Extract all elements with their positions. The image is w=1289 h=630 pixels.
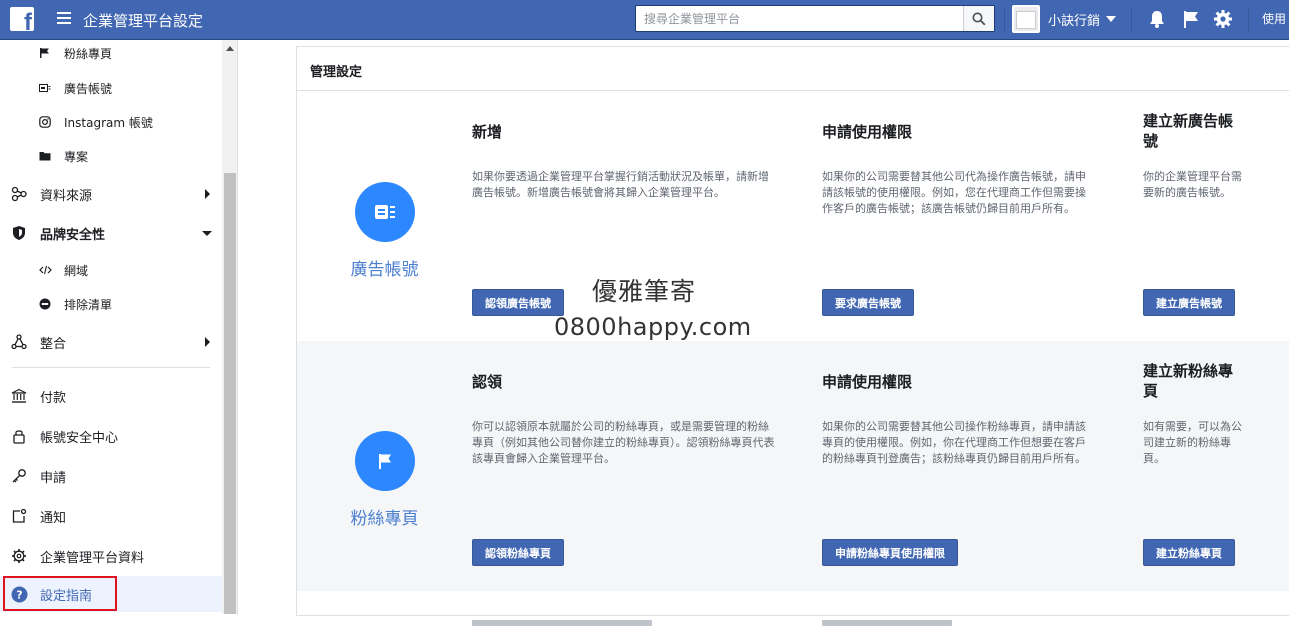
help-icon: ? <box>10 585 28 603</box>
column-title: 新增 <box>472 123 503 141</box>
chevron-right-icon <box>205 337 210 347</box>
scroll-up-icon[interactable] <box>226 46 234 51</box>
ad-account-icon <box>36 79 54 97</box>
sidebar-item-block-lists[interactable]: 排除清單 <box>0 287 222 321</box>
sidebar-item-integrations[interactable]: 整合 <box>0 325 222 359</box>
sidebar-item-security-center[interactable]: 帳號安全中心 <box>0 419 222 453</box>
code-icon <box>36 261 54 279</box>
folder-icon <box>36 147 54 165</box>
column-description: 如果你的公司需要替其他公司代為操作廣告帳號，請申請該帳號的使用權限。例如，您在代… <box>822 170 1086 215</box>
app-title: 企業管理平台設定 <box>83 12 204 30</box>
claim-page-button[interactable]: 認領粉絲專頁 <box>472 539 564 566</box>
chevron-down-icon[interactable] <box>1106 16 1116 22</box>
claim-ad-account-button[interactable]: 認領廣告帳號 <box>472 289 564 316</box>
request-ad-account-button[interactable]: 要求廣告帳號 <box>822 289 914 316</box>
divider <box>1131 8 1132 32</box>
search-icon <box>972 12 986 25</box>
sidebar-scrollbar[interactable] <box>222 40 237 614</box>
ad-accounts-section: 廣告帳號 新增 如果你要透過企業管理平台掌握行銷活動狀況及帳單，請新增廣告帳號。… <box>297 91 1289 341</box>
column-description: 如果你要透過企業管理平台掌握行銷活動狀況及帳單，請新增廣告帳號。新增廣告帳號會將… <box>472 170 769 199</box>
watermark-url: 0800happy.com <box>554 313 752 341</box>
sidebar-item-ad-accounts[interactable]: 廣告帳號 <box>0 71 222 105</box>
notification-icon <box>10 507 28 525</box>
column-title: 認領 <box>472 373 503 391</box>
gear-icon[interactable] <box>1212 8 1234 30</box>
user-menu[interactable]: 使用 <box>1262 10 1286 27</box>
bank-icon <box>10 387 28 405</box>
sidebar-item-instagram[interactable]: Instagram 帳號 <box>0 105 222 139</box>
search-box <box>635 5 995 32</box>
column-description: 你的企業管理平台需要新的廣告帳號。 <box>1143 170 1242 199</box>
sidebar-item-setup-guide[interactable]: ? 設定指南 <box>0 576 222 612</box>
sidebar-item-business-info[interactable]: 企業管理平台資料 <box>0 539 222 573</box>
sidebar-item-brand-safety[interactable]: 品牌安全性 <box>0 216 222 250</box>
panel-title: 管理設定 <box>297 47 1289 91</box>
column-description: 如有需要，可以為公司建立新的粉絲專頁。 <box>1143 420 1242 465</box>
sidebar-item-pages[interactable]: 粉絲專頁 <box>0 40 222 70</box>
sidebar-item-data-sources[interactable]: 資料來源 <box>0 177 222 211</box>
top-bar: f 企業管理平台設定 小訣行銷 <box>0 0 1289 40</box>
column-title: 申請使用權限 <box>822 373 913 391</box>
sidebar-item-domains[interactable]: 網域 <box>0 253 222 287</box>
claim-column: 認領 你可以認領原本就屬於公司的粉絲專頁，或是需要管理的粉絲專頁（例如其他公司替… <box>472 372 777 467</box>
ad-account-icon <box>355 182 415 242</box>
column-title: 建立新廣告帳號 <box>1143 112 1234 150</box>
flag-icon[interactable] <box>1180 8 1202 30</box>
request-page-access-button[interactable]: 申請粉絲專頁使用權限 <box>822 539 958 566</box>
key-icon <box>10 467 28 485</box>
settings-panel: 管理設定 廣告帳號 新增 如果你要透過企業管理平台掌握行銷活動狀況及帳單，請新增… <box>296 46 1289 626</box>
column-description: 你可以認領原本就屬於公司的粉絲專頁，或是需要管理的粉絲專頁（例如其他公司替你建立… <box>472 420 775 465</box>
chevron-down-icon <box>202 230 212 236</box>
instagram-icon <box>36 113 54 131</box>
chevron-right-icon <box>205 189 210 199</box>
sidebar-item-projects[interactable]: 專案 <box>0 139 222 173</box>
data-sources-icon <box>10 185 28 203</box>
sidebar: 粉絲專頁 廣告帳號 Instagram 帳號 專案 資料來源 品牌安全性 網域 … <box>0 40 238 614</box>
column-title: 建立新粉絲專頁 <box>1143 362 1234 400</box>
divider <box>1248 8 1249 32</box>
claim-column: 新增 如果你要透過企業管理平台掌握行銷活動狀況及帳單，請新增廣告帳號。新增廣告帳… <box>472 122 777 201</box>
request-access-column: 申請使用權限 如果你的公司需要替其他公司代為操作廣告帳號，請申請該帳號的使用權限… <box>822 122 1090 217</box>
menu-icon[interactable] <box>57 12 71 26</box>
scrollbar-thumb[interactable] <box>224 173 236 614</box>
next-row-title-peek <box>472 611 656 626</box>
facebook-logo-icon[interactable]: f <box>10 7 34 31</box>
integrations-icon <box>10 333 28 351</box>
column-description: 如果你的公司需要替其他公司操作粉絲專頁，請申請該專頁的使用權限。例如，你在代理商… <box>822 420 1086 465</box>
category-label: 廣告帳號 <box>350 260 419 280</box>
svg-text:?: ? <box>16 588 22 601</box>
sidebar-divider <box>12 367 210 368</box>
lock-icon <box>10 427 28 445</box>
block-icon <box>36 295 54 313</box>
next-row-title-peek <box>822 611 956 626</box>
create-column: 建立新廣告帳號 你的企業管理平台需要新的廣告帳號。 <box>1143 111 1245 201</box>
search-button[interactable] <box>963 6 994 31</box>
sidebar-item-payments[interactable]: 付款 <box>0 379 222 413</box>
shield-icon <box>10 224 28 242</box>
create-ad-account-button[interactable]: 建立廣告帳號 <box>1143 289 1235 316</box>
gear-icon <box>10 547 28 565</box>
bell-icon[interactable] <box>1146 8 1168 30</box>
search-input[interactable] <box>636 6 963 31</box>
request-access-column: 申請使用權限 如果你的公司需要替其他公司操作粉絲專頁，請申請該專頁的使用權限。例… <box>822 372 1090 467</box>
column-title: 申請使用權限 <box>822 123 913 141</box>
create-column: 建立新粉絲專頁 如有需要，可以為公司建立新的粉絲專頁。 <box>1143 361 1245 467</box>
watermark-text: 優雅筆寄 <box>592 277 697 306</box>
category-label: 粉絲專頁 <box>350 509 419 529</box>
business-name[interactable]: 小訣行銷 <box>1048 10 1100 29</box>
pages-section: 粉絲專頁 認領 你可以認領原本就屬於公司的粉絲專頁，或是需要管理的粉絲專頁（例如… <box>297 341 1289 591</box>
create-page-button[interactable]: 建立粉絲專頁 <box>1143 539 1235 566</box>
divider <box>1004 8 1005 32</box>
sidebar-item-requests[interactable]: 申請 <box>0 459 222 493</box>
main-content: 管理設定 廣告帳號 新增 如果你要透過企業管理平台掌握行銷活動狀況及帳單，請新增… <box>239 40 1289 626</box>
flag-icon <box>355 431 415 491</box>
sidebar-item-notifications[interactable]: 通知 <box>0 499 222 533</box>
flag-icon <box>36 44 54 62</box>
business-avatar[interactable] <box>1012 5 1040 33</box>
